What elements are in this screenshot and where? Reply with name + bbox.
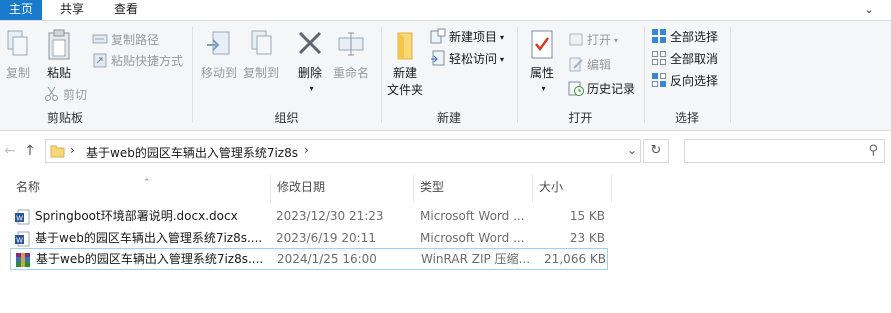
chevron-down-icon: ▾: [500, 55, 505, 64]
copy-to-button[interactable]: 复制到: [241, 29, 281, 81]
edit-button[interactable]: 编辑: [568, 55, 611, 75]
column-header-date[interactable]: 修改日期: [270, 175, 413, 202]
file-name: 基于web的园区车辆出入管理系统7iz8s....: [35, 231, 263, 245]
file-size: 15 KB: [569, 209, 605, 223]
select-none-icon: [652, 51, 666, 65]
search-input[interactable]: ⚲: [684, 139, 885, 163]
open-group-title: 打开: [568, 111, 593, 125]
rename-button[interactable]: 重命名: [331, 29, 371, 81]
easy-access-button[interactable]: 轻松访问 ▾: [430, 49, 504, 69]
new-folder-button[interactable]: 新建 文件夹: [386, 29, 424, 98]
easy-access-icon: [431, 50, 445, 66]
refresh-icon[interactable]: ↻: [643, 139, 669, 163]
paste-button[interactable]: 粘贴: [44, 29, 74, 81]
file-size: 21,066 KB: [544, 252, 606, 266]
new-group-title: 新建: [436, 111, 461, 125]
file-type: WinRAR ZIP 压缩...: [421, 252, 531, 266]
search-icon: ⚲: [868, 143, 878, 158]
column-header-name[interactable]: ⌃ 名称: [10, 175, 270, 202]
word-doc-icon: W: [15, 209, 30, 225]
properties-button[interactable]: 属性 ▾: [526, 29, 558, 95]
select-none-button[interactable]: 全部取消: [651, 49, 718, 69]
select-all-icon: [652, 29, 666, 43]
svg-text:W: W: [16, 238, 23, 245]
move-to-button[interactable]: 移动到: [199, 29, 239, 81]
folder-icon: [50, 145, 65, 158]
scissors-icon: [45, 86, 58, 101]
file-name: 基于web的园区车辆出入管理系统7iz8s....: [36, 252, 264, 266]
file-date: 2023/12/30 21:23: [276, 209, 384, 223]
rename-icon: [338, 32, 364, 56]
file-type: Microsoft Word ...: [420, 231, 525, 245]
svg-text:W: W: [16, 216, 23, 223]
delete-x-icon: [298, 31, 322, 55]
edit-pencil-icon: [569, 57, 583, 72]
group-divider: [730, 27, 731, 123]
chevron-down-icon: ▾: [500, 33, 505, 42]
ribbon-tab-bar: 主页 共享 查看 ⌄: [0, 0, 891, 20]
ribbon: 复制 粘贴 复制路径 粘贴快捷方式 剪切 剪贴板 移动到 复制到 删除 ▾ 重命…: [0, 20, 891, 131]
back-arrow-icon[interactable]: ←: [2, 143, 18, 159]
chevron-down-icon: ▾: [309, 84, 314, 93]
new-item-icon: [430, 28, 446, 44]
paste-shortcut-button[interactable]: 粘贴快捷方式: [92, 51, 183, 71]
properties-checklist-icon: [531, 30, 553, 59]
organize-group-title: 组织: [274, 111, 299, 125]
chevron-down-icon: ▾: [541, 84, 546, 93]
file-row-selected[interactable]: 基于web的园区车辆出入管理系统7iz8s.... 2024/1/25 16:0…: [10, 248, 608, 270]
copy-icon: [7, 30, 28, 56]
delete-button[interactable]: 删除 ▾: [295, 29, 325, 95]
column-header-size[interactable]: 大小: [532, 175, 612, 202]
chevron-down-icon: ▾: [614, 36, 619, 45]
navigation-bar: ← → ↑ › 基于web的园区车辆出入管理系统7iz8s › ⌄ ↻ ⚲: [0, 131, 891, 175]
clipboard-group: 复制 粘贴 复制路径 粘贴快捷方式 剪切 剪贴板: [0, 21, 183, 129]
invert-selection-button[interactable]: 反向选择: [651, 71, 718, 91]
column-header-type[interactable]: 类型: [413, 175, 532, 202]
copy-path-button[interactable]: 复制路径: [92, 30, 159, 50]
history-button[interactable]: 历史记录: [568, 79, 635, 99]
file-date: 2023/6/19 20:11: [276, 231, 376, 245]
copy-button[interactable]: 复制: [4, 29, 32, 81]
file-name: Springboot环境部署说明.docx.docx: [35, 209, 238, 223]
select-all-button[interactable]: 全部选择: [651, 27, 718, 47]
up-arrow-icon[interactable]: ↑: [22, 143, 38, 159]
tab-share[interactable]: 共享: [50, 0, 94, 20]
move-to-icon: [207, 31, 230, 55]
file-type: Microsoft Word ...: [420, 209, 525, 223]
clipboard-icon: [48, 29, 70, 60]
cut-button[interactable]: 剪切: [44, 85, 87, 105]
tab-home[interactable]: 主页: [0, 0, 42, 20]
file-row[interactable]: W Springboot环境部署说明.docx.docx 2023/12/30 …: [10, 206, 608, 228]
breadcrumb-separator-icon[interactable]: ›: [304, 143, 309, 157]
open-group: 属性 ▾ 打开 ▾ 编辑 历史记录 打开: [518, 21, 643, 129]
new-folder-icon: [397, 32, 413, 60]
tab-view[interactable]: 查看: [106, 0, 146, 20]
select-group-title: 选择: [674, 111, 699, 125]
file-date: 2024/1/25 16:00: [277, 252, 377, 266]
history-clock-icon: [568, 81, 584, 96]
sort-ascending-icon: ⌃: [143, 178, 151, 188]
clipboard-group-title: 剪贴板: [46, 111, 83, 125]
winrar-archive-icon: [16, 253, 30, 267]
breadcrumb-current-folder[interactable]: 基于web的园区车辆出入管理系统7iz8s: [86, 144, 298, 161]
organize-group: 移动到 复制到 删除 ▾ 重命名 组织: [193, 21, 380, 129]
invert-selection-icon: [652, 73, 666, 87]
copy-path-icon: [92, 34, 108, 44]
new-item-button[interactable]: 新建项目 ▾: [430, 27, 504, 47]
file-size: 23 KB: [569, 231, 605, 245]
open-icon: [569, 33, 583, 46]
chevron-down-icon[interactable]: ⌄: [861, 2, 877, 18]
paste-shortcut-icon: [93, 53, 107, 68]
file-list-header: ⌃ 名称 修改日期 类型 大小: [0, 175, 891, 202]
copy-to-icon: [251, 30, 272, 55]
breadcrumb-separator-icon[interactable]: ›: [70, 143, 75, 157]
select-group: 全部选择 全部取消 反向选择 选择: [645, 21, 729, 129]
file-row[interactable]: W 基于web的园区车辆出入管理系统7iz8s.... 2023/6/19 20…: [10, 228, 608, 250]
open-button[interactable]: 打开 ▾: [568, 30, 618, 50]
new-group: 新建 文件夹 新建项目 ▾ 轻松访问 ▾ 新建: [382, 21, 516, 129]
address-dropdown-icon[interactable]: ⌄: [627, 143, 637, 157]
word-doc-icon: W: [15, 231, 30, 247]
address-bar[interactable]: › 基于web的园区车辆出入管理系统7iz8s › ⌄: [45, 139, 641, 163]
